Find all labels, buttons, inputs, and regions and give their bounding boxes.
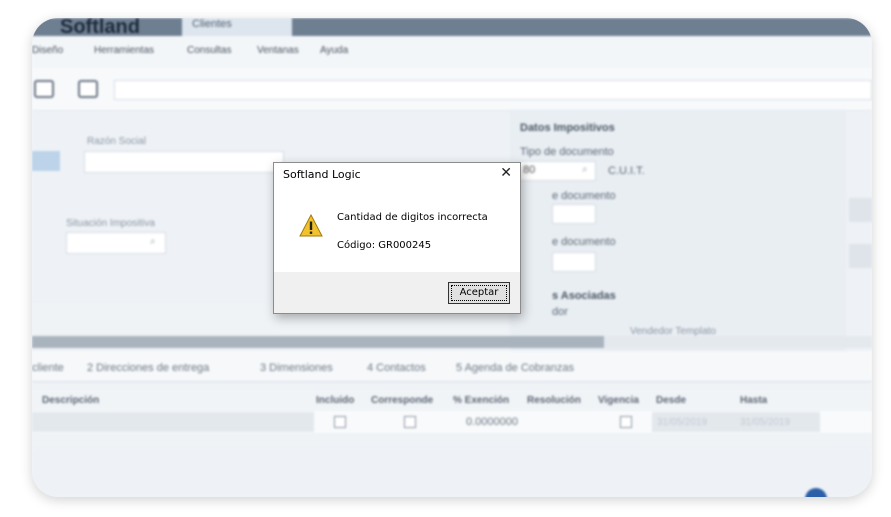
menu-bar	[32, 36, 872, 68]
descripcion-cell[interactable]	[32, 412, 314, 432]
vigencia-checkbox[interactable]	[620, 416, 632, 428]
window-tab[interactable]: Clientes	[182, 18, 292, 36]
tab-contactos[interactable]: 4 Contactos	[367, 362, 426, 374]
razon-social-input[interactable]	[84, 151, 284, 173]
razon-social-label: Razón Social	[87, 136, 146, 147]
asociadas-sub: dor	[552, 306, 568, 318]
tipo-doc-label: Tipo de documento	[520, 146, 614, 158]
asociadas-title: s Asociadas	[552, 290, 616, 302]
footer	[32, 448, 872, 497]
dialog-message: Cantidad de digitos incorrecta	[337, 212, 488, 223]
tab-direcciones[interactable]: 2 Direcciones de entrega	[87, 362, 209, 374]
col-desde[interactable]: Desde	[656, 395, 686, 406]
col-vigencia[interactable]: Vigencia	[598, 395, 639, 406]
title-bar: Softland Clientes	[32, 18, 872, 38]
far-field-2[interactable]	[849, 244, 872, 268]
col-incluido[interactable]: Incluido	[316, 395, 354, 406]
hasta-value[interactable]: 31/05/2019	[740, 417, 790, 428]
datos-impositivos-title: Datos Impositivos	[520, 122, 615, 134]
menu-ayuda[interactable]: Ayuda	[320, 45, 348, 56]
tipo-doc-desc: C.U.I.T.	[608, 165, 645, 177]
tab-dimensiones[interactable]: 3 Dimensiones	[260, 362, 333, 374]
incluido-checkbox[interactable]	[334, 416, 346, 428]
exencion-value[interactable]: 0.0000000	[466, 416, 518, 428]
accept-button[interactable]: Aceptar	[448, 282, 510, 304]
dialog-code: Código: GR000245	[337, 240, 432, 251]
error-dialog: Softland Logic ✕ Cantidad de digitos inc…	[273, 162, 521, 314]
dialog-title: Softland Logic	[283, 168, 361, 181]
tab-cliente[interactable]: cliente	[32, 362, 64, 374]
col-hasta[interactable]: Hasta	[740, 395, 767, 406]
col-corresponde[interactable]: Corresponde	[371, 395, 433, 406]
save-as-icon[interactable]	[78, 80, 98, 98]
address-field[interactable]	[114, 80, 872, 100]
col-exencion[interactable]: % Exención	[453, 395, 509, 406]
situacion-label: Situación Impositiva	[66, 218, 155, 229]
col-resolucion[interactable]: Resolución	[527, 395, 581, 406]
search-icon[interactable]: ⌕	[150, 236, 156, 247]
menu-consultas[interactable]: Consultas	[187, 45, 231, 56]
corresponde-checkbox[interactable]	[404, 416, 416, 428]
code-field[interactable]	[32, 151, 60, 171]
form-far-right	[846, 111, 872, 351]
save-icon[interactable]	[34, 80, 54, 98]
doc-input-2[interactable]	[552, 204, 596, 224]
far-field-1[interactable]	[849, 198, 872, 222]
menu-diseno[interactable]: Diseño	[32, 45, 63, 56]
search-icon[interactable]: ⌕	[582, 164, 588, 175]
close-icon[interactable]: ✕	[500, 165, 512, 181]
tab-agenda[interactable]: 5 Agenda de Cobranzas	[456, 362, 574, 374]
doc-label-2: e documento	[552, 190, 616, 202]
tipo-doc-value: 80	[523, 164, 536, 176]
desde-value[interactable]: 31/05/2019	[657, 417, 707, 428]
scrollbar-thumb[interactable]	[32, 336, 604, 348]
menu-herramientas[interactable]: Herramientas	[94, 45, 154, 56]
warning-icon	[299, 214, 323, 237]
menu-ventanas[interactable]: Ventanas	[257, 45, 299, 56]
doc-input-3[interactable]	[552, 252, 596, 272]
col-descripcion[interactable]: Descripción	[42, 395, 99, 406]
doc-label-3: e documento	[552, 236, 616, 248]
